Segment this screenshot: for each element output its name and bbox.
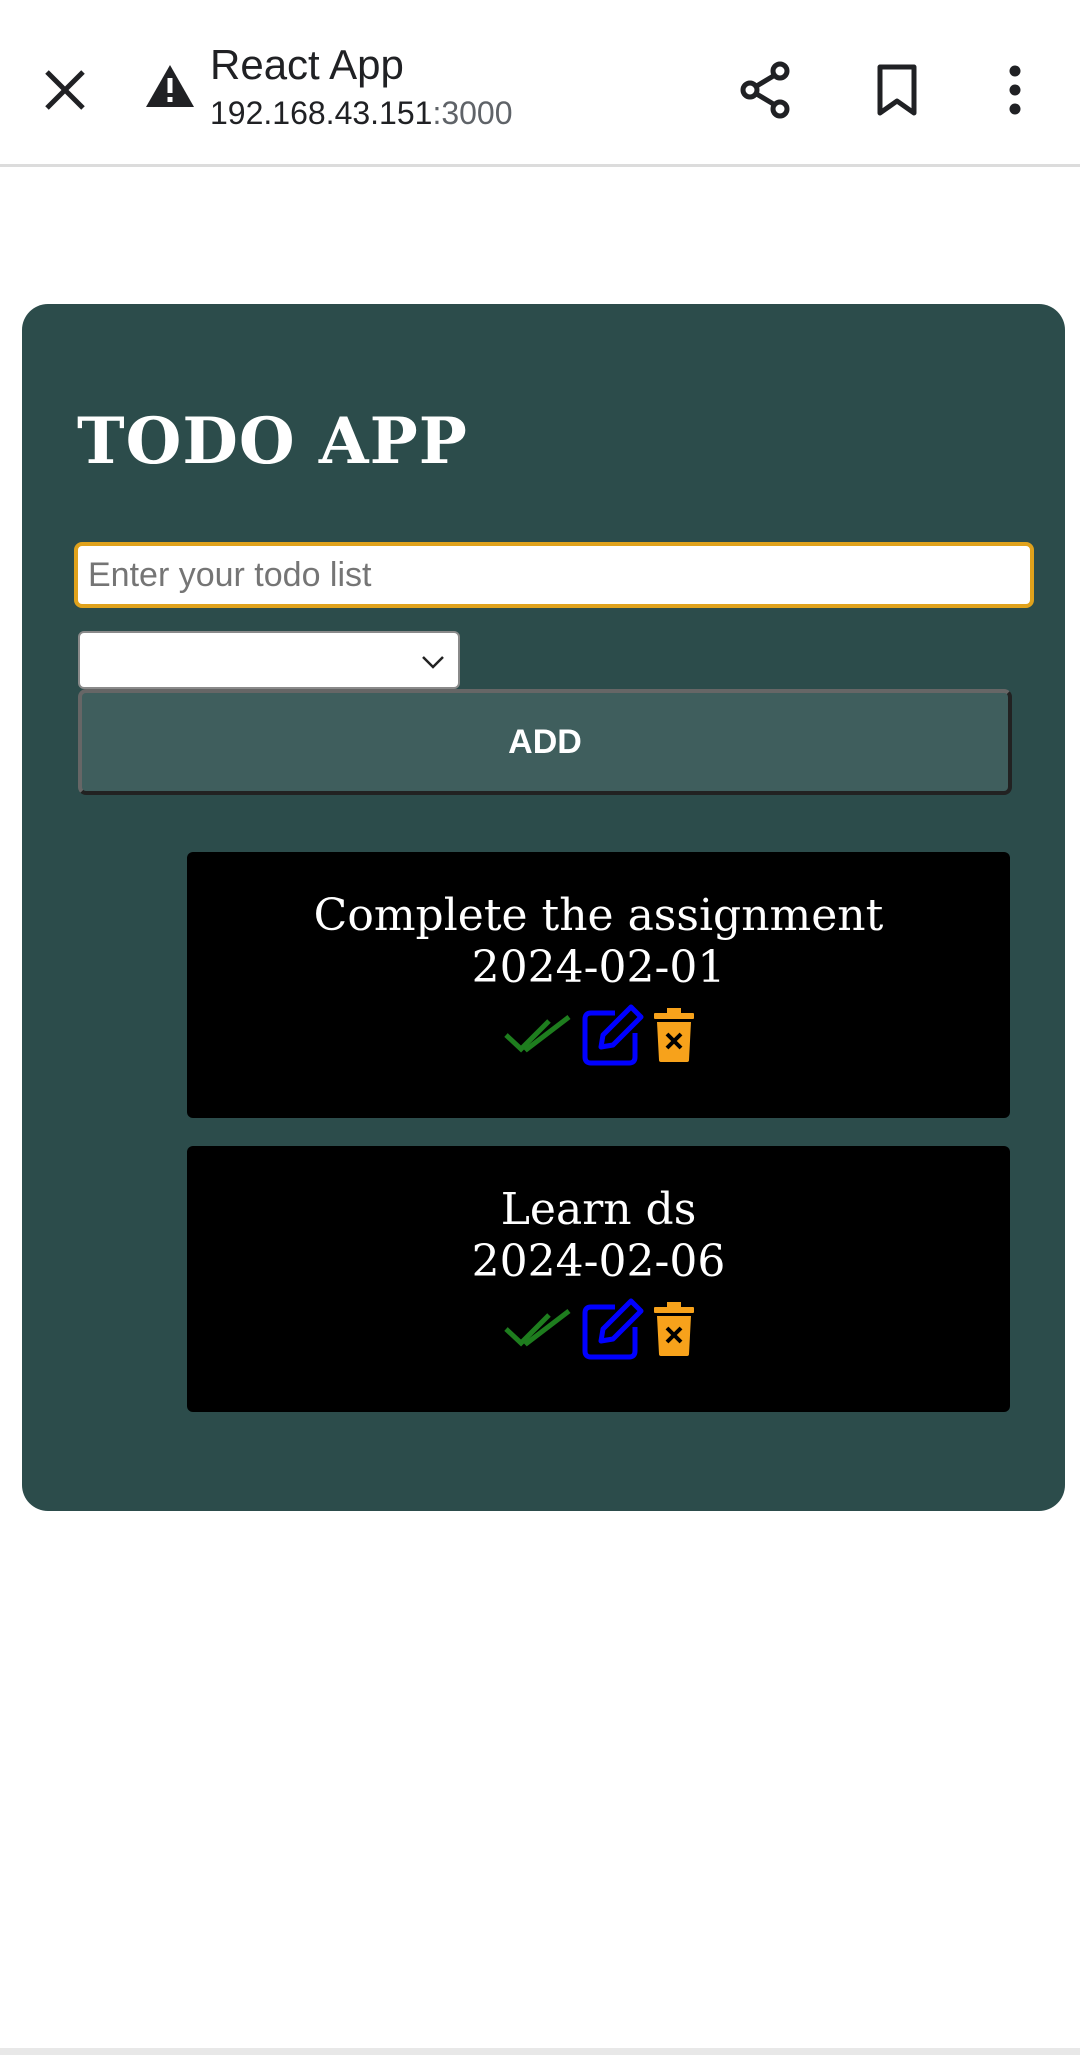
close-button[interactable] — [30, 50, 100, 130]
todo-actions — [187, 1296, 1010, 1362]
page-title: React App — [210, 41, 404, 88]
todo-item: Learn ds 2024-02-06 — [187, 1146, 1010, 1412]
url-port: :3000 — [432, 95, 513, 131]
app-heading: TODO APP — [77, 404, 468, 479]
close-icon — [45, 70, 85, 110]
todo-input[interactable] — [74, 542, 1034, 608]
delete-button[interactable] — [653, 1008, 695, 1062]
todo-date: 2024-02-06 — [471, 1236, 726, 1287]
check-double-icon — [503, 1309, 571, 1347]
share-icon — [740, 61, 790, 119]
more-options-button[interactable] — [985, 50, 1045, 130]
date-select[interactable] — [78, 631, 460, 689]
todo-text: Complete the assignment — [313, 890, 884, 941]
bookmark-button[interactable] — [862, 50, 932, 130]
edit-button[interactable] — [581, 1003, 645, 1067]
warning-icon — [146, 65, 194, 107]
url-display: 192.168.43.151:3000 — [210, 92, 710, 134]
chevron-down-icon — [422, 656, 444, 669]
check-double-icon — [503, 1015, 571, 1053]
todo-actions — [187, 1002, 1010, 1068]
more-vertical-icon — [1009, 65, 1021, 115]
edit-button[interactable] — [581, 1297, 645, 1361]
add-button[interactable]: ADD — [78, 689, 1012, 795]
bookmark-icon — [877, 64, 917, 116]
page-info[interactable]: React App 192.168.43.151:3000 — [210, 40, 710, 134]
url-host: 192.168.43.151 — [210, 95, 433, 131]
todo-text: Learn ds — [500, 1184, 697, 1235]
complete-button[interactable] — [503, 1307, 573, 1351]
browser-toolbar: React App 192.168.43.151:3000 — [0, 0, 1080, 167]
share-button[interactable] — [730, 50, 800, 130]
delete-button[interactable] — [653, 1302, 695, 1356]
trash-icon — [653, 1008, 694, 1062]
edit-icon — [582, 1004, 643, 1066]
trash-icon — [653, 1302, 694, 1356]
todo-item: Complete the assignment 2024-02-01 — [187, 852, 1010, 1118]
complete-button[interactable] — [503, 1013, 573, 1057]
todo-app-container: TODO APP ADD Complete the assignment 202… — [22, 304, 1065, 1511]
security-warning-icon[interactable] — [140, 56, 200, 116]
edit-icon — [582, 1298, 643, 1360]
todo-date: 2024-02-01 — [471, 942, 726, 993]
bottom-divider — [0, 2048, 1080, 2055]
